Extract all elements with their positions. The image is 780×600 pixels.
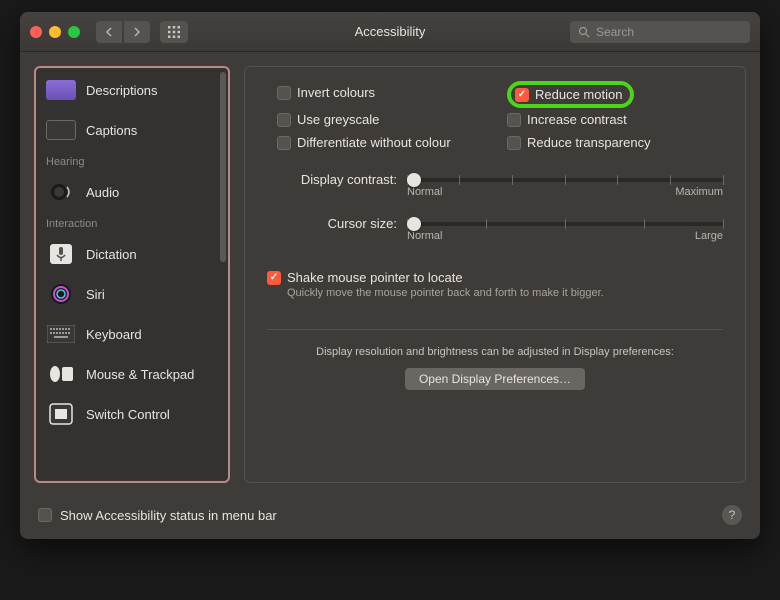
slider-knob[interactable]	[407, 173, 421, 187]
main-panel: Invert colours Reduce motion Use greysca…	[244, 66, 746, 483]
footer: Show Accessibility status in menu bar ?	[20, 497, 760, 539]
keyboard-icon	[46, 323, 76, 345]
window-controls	[30, 26, 80, 38]
sidebar-item-mouse-trackpad[interactable]: Mouse & Trackpad	[36, 354, 228, 394]
titlebar: Accessibility Search	[20, 12, 760, 52]
checkbox-label: Reduce motion	[535, 87, 622, 102]
slider-max-label: Maximum	[675, 186, 723, 198]
display-contrast-label: Display contrast:	[267, 172, 397, 187]
sidebar-item-label: Descriptions	[86, 83, 158, 98]
checkbox-label: Shake mouse pointer to locate	[287, 270, 463, 285]
sidebar-item-descriptions[interactable]: Descriptions	[36, 70, 228, 110]
question-icon: ?	[729, 508, 736, 522]
reduce-motion-checkbox[interactable]: Reduce motion	[515, 87, 622, 102]
checkbox-icon	[277, 113, 291, 127]
slider-max-label: Large	[695, 230, 723, 242]
search-placeholder: Search	[596, 25, 634, 39]
sidebar-group-interaction: Interaction	[36, 212, 228, 234]
checkbox-label: Invert colours	[297, 85, 375, 100]
maximize-icon[interactable]	[68, 26, 80, 38]
sidebar-item-label: Audio	[86, 185, 119, 200]
back-button[interactable]	[96, 21, 122, 43]
display-note: Display resolution and brightness can be…	[267, 346, 723, 358]
checkbox-icon	[277, 136, 291, 150]
sidebar: Descriptions Captions Hearing Audio Inte…	[34, 66, 230, 483]
dictation-icon	[46, 243, 76, 265]
search-icon	[578, 26, 590, 38]
switch-control-icon	[46, 403, 76, 425]
accessibility-window: Accessibility Search Descriptions Captio…	[20, 12, 760, 539]
sidebar-scrollbar[interactable]	[220, 72, 226, 262]
mouse-trackpad-icon	[46, 363, 76, 385]
sidebar-item-siri[interactable]: Siri	[36, 274, 228, 314]
captions-icon	[46, 119, 76, 141]
sidebar-item-audio[interactable]: Audio	[36, 172, 228, 212]
audio-icon	[46, 181, 76, 203]
reduce-transparency-checkbox[interactable]: Reduce transparency	[507, 135, 717, 150]
checkbox-icon	[507, 113, 521, 127]
show-status-label: Show Accessibility status in menu bar	[60, 508, 277, 523]
use-greyscale-checkbox[interactable]: Use greyscale	[277, 112, 497, 127]
checkbox-icon	[277, 86, 291, 100]
checkbox-checked-icon	[267, 271, 281, 285]
sidebar-item-switch-control[interactable]: Switch Control	[36, 394, 228, 434]
sidebar-item-keyboard[interactable]: Keyboard	[36, 314, 228, 354]
checkbox-label: Use greyscale	[297, 112, 379, 127]
differentiate-checkbox[interactable]: Differentiate without colour	[277, 135, 497, 150]
cursor-size-label: Cursor size:	[267, 216, 397, 231]
forward-button[interactable]	[124, 21, 150, 43]
invert-colours-checkbox[interactable]: Invert colours	[277, 81, 497, 104]
sidebar-item-captions[interactable]: Captions	[36, 110, 228, 150]
display-contrast-slider[interactable]: Normal Maximum	[407, 172, 723, 202]
checkbox-label: Increase contrast	[527, 112, 627, 127]
shake-pointer-checkbox[interactable]: Shake mouse pointer to locate	[267, 270, 723, 285]
chevron-left-icon	[105, 27, 113, 37]
grid-button[interactable]	[160, 21, 188, 43]
chevron-right-icon	[133, 27, 141, 37]
close-icon[interactable]	[30, 26, 42, 38]
checkbox-label: Reduce transparency	[527, 135, 651, 150]
open-display-preferences-button[interactable]: Open Display Preferences…	[405, 368, 585, 390]
slider-knob[interactable]	[407, 217, 421, 231]
minimize-icon[interactable]	[49, 26, 61, 38]
sidebar-item-dictation[interactable]: Dictation	[36, 234, 228, 274]
show-status-checkbox[interactable]	[38, 508, 52, 522]
checkbox-checked-icon	[515, 88, 529, 102]
sidebar-item-label: Captions	[86, 123, 137, 138]
shake-pointer-hint: Quickly move the mouse pointer back and …	[287, 287, 723, 299]
slider-min-label: Normal	[407, 186, 442, 198]
descriptions-icon	[46, 79, 76, 101]
sidebar-item-label: Switch Control	[86, 407, 170, 422]
cursor-size-slider[interactable]: Normal Large	[407, 216, 723, 246]
sidebar-group-hearing: Hearing	[36, 150, 228, 172]
window-title: Accessibility	[355, 24, 426, 39]
content: Descriptions Captions Hearing Audio Inte…	[20, 52, 760, 497]
help-button[interactable]: ?	[722, 505, 742, 525]
divider	[267, 329, 723, 330]
checkbox-icon	[507, 136, 521, 150]
search-input[interactable]: Search	[570, 21, 750, 43]
checkbox-label: Differentiate without colour	[297, 135, 451, 150]
nav-buttons	[96, 21, 150, 43]
siri-icon	[46, 283, 76, 305]
sidebar-item-label: Siri	[86, 287, 105, 302]
reduce-motion-highlight: Reduce motion	[507, 81, 634, 108]
slider-min-label: Normal	[407, 230, 442, 242]
sidebar-item-label: Mouse & Trackpad	[86, 367, 194, 382]
sidebar-item-label: Keyboard	[86, 327, 142, 342]
increase-contrast-checkbox[interactable]: Increase contrast	[507, 112, 717, 127]
sidebar-item-label: Dictation	[86, 247, 137, 262]
grid-icon	[167, 25, 181, 39]
